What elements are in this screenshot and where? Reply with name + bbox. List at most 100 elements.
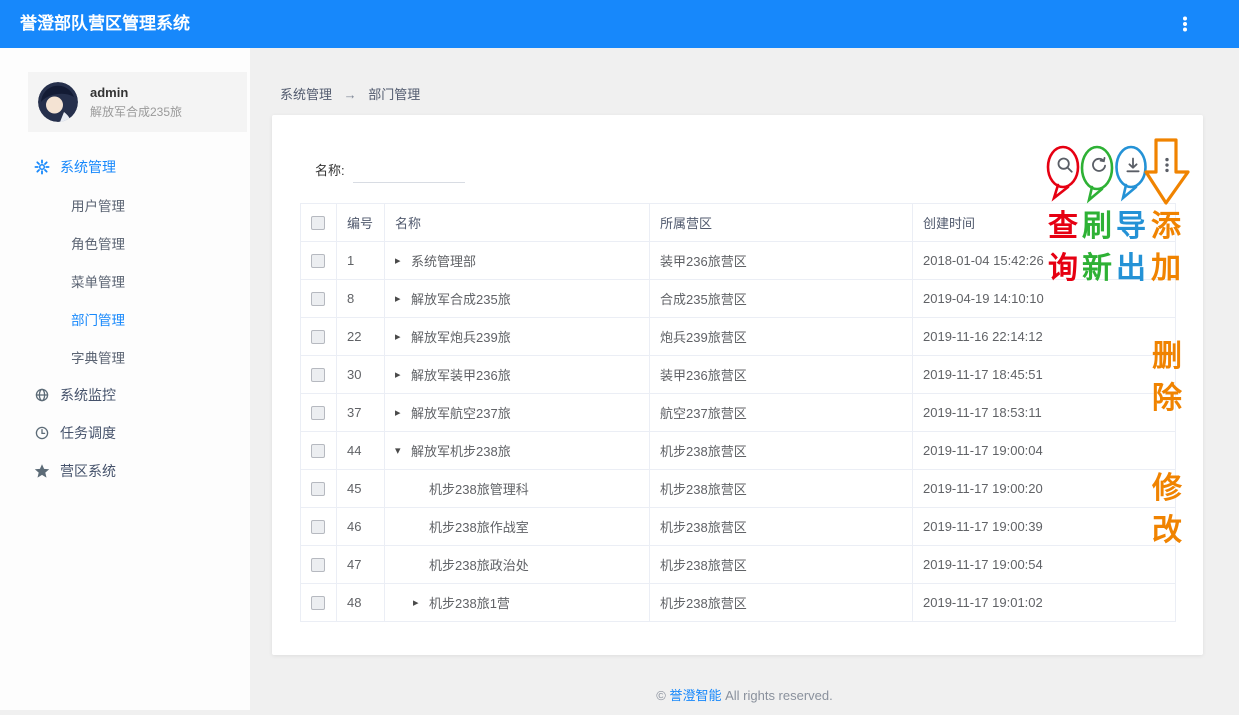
column-header-camp: 所属营区 — [650, 204, 913, 242]
user-unit: 解放军合成235旅 — [90, 103, 182, 120]
row-id: 22 — [337, 318, 385, 356]
breadcrumb-separator-icon: → — [344, 87, 357, 102]
row-camp: 装甲236旅营区 — [650, 242, 913, 280]
sidebar-item-label: 角色管理 — [71, 233, 125, 253]
row-id: 30 — [337, 356, 385, 394]
row-name: 系统管理部 — [411, 251, 476, 270]
sidebar-item-label: 菜单管理 — [71, 271, 125, 291]
more-vertical-icon — [1165, 158, 1168, 172]
row-checkbox[interactable] — [311, 558, 325, 572]
row-created: 2018-01-04 15:42:26 — [913, 242, 1176, 280]
row-checkbox[interactable] — [311, 596, 325, 610]
row-name: 解放军合成235旅 — [411, 289, 511, 308]
sidebar-item-label: 用户管理 — [71, 195, 125, 215]
table-row[interactable]: 45 机步238旅管理科 机步238旅营区 2019-11-17 19:00:2… — [301, 470, 1176, 508]
sidebar-item-department-management[interactable]: 部门管理 — [0, 300, 250, 338]
row-name: 机步238旅作战室 — [429, 517, 529, 536]
search-button[interactable] — [1055, 155, 1075, 175]
sidebar-item-menu-management[interactable]: 菜单管理 — [0, 262, 250, 300]
name-search-input[interactable] — [353, 159, 465, 183]
row-created: 2019-11-17 19:00:04 — [913, 432, 1176, 470]
sidebar-item-task-scheduler[interactable]: 任务调度 — [0, 414, 250, 452]
monitor-icon — [34, 387, 50, 403]
table-row[interactable]: 37 ▸ 解放军航空237旅 航空237旅营区 2019-11-17 18:53… — [301, 394, 1176, 432]
sidebar-item-dictionary-management[interactable]: 字典管理 — [0, 338, 250, 376]
row-checkbox[interactable] — [311, 520, 325, 534]
caret-icon[interactable]: ▸ — [413, 596, 425, 609]
refresh-button[interactable] — [1089, 155, 1109, 175]
sidebar-item-role-management[interactable]: 角色管理 — [0, 224, 250, 262]
sidebar-item-system-monitor[interactable]: 系统监控 — [0, 376, 250, 414]
row-camp: 炮兵239旅营区 — [650, 318, 913, 356]
department-card: 名称: — [272, 115, 1203, 655]
table-row[interactable]: 47 机步238旅政治处 机步238旅营区 2019-11-17 19:00:5… — [301, 546, 1176, 584]
row-checkbox[interactable] — [311, 368, 325, 382]
row-checkbox[interactable] — [311, 444, 325, 458]
select-all-cell — [301, 204, 337, 242]
row-name-cell: 机步238旅政治处 — [385, 546, 650, 584]
gear-icon — [34, 159, 50, 175]
table-row[interactable]: 8 ▸ 解放军合成235旅 合成235旅营区 2019-04-19 14:10:… — [301, 280, 1176, 318]
row-id: 48 — [337, 584, 385, 622]
more-vertical-icon[interactable] — [1175, 14, 1195, 34]
row-select-cell — [301, 356, 337, 394]
row-checkbox[interactable] — [311, 330, 325, 344]
breadcrumb-parent[interactable]: 系统管理 — [280, 87, 332, 102]
select-all-checkbox[interactable] — [311, 216, 325, 230]
refresh-icon — [1093, 158, 1105, 171]
row-created: 2019-11-17 19:00:20 — [913, 470, 1176, 508]
user-name: admin — [90, 85, 182, 100]
row-name-cell: 机步238旅管理科 — [385, 470, 650, 508]
row-created: 2019-11-17 19:00:54 — [913, 546, 1176, 584]
row-checkbox[interactable] — [311, 482, 325, 496]
sidebar-item-camp-system[interactable]: 营区系统 — [0, 452, 250, 490]
row-camp: 机步238旅营区 — [650, 584, 913, 622]
caret-icon[interactable]: ▸ — [395, 368, 407, 381]
sidebar-item-user-management[interactable]: 用户管理 — [0, 186, 250, 224]
star-icon — [34, 463, 50, 479]
row-select-cell — [301, 584, 337, 622]
search-form: 名称: — [315, 159, 465, 183]
user-card: admin 解放军合成235旅 — [28, 72, 247, 132]
sidebar-item-system-management[interactable]: 系统管理 — [0, 148, 250, 186]
download-icon — [1127, 158, 1138, 171]
table-row[interactable]: 1 ▸ 系统管理部 装甲236旅营区 2018-01-04 15:42:26 — [301, 242, 1176, 280]
table-row[interactable]: 46 机步238旅作战室 机步238旅营区 2019-11-17 19:00:3… — [301, 508, 1176, 546]
row-name-cell: ▸ 解放军合成235旅 — [385, 280, 650, 318]
caret-icon[interactable]: ▸ — [395, 292, 407, 305]
row-checkbox[interactable] — [311, 254, 325, 268]
sidebar-item-label: 任务调度 — [60, 423, 116, 443]
download-button[interactable] — [1123, 155, 1143, 175]
caret-icon[interactable]: ▸ — [395, 254, 407, 267]
table-row[interactable]: 22 ▸ 解放军炮兵239旅 炮兵239旅营区 2019-11-16 22:14… — [301, 318, 1176, 356]
main-content: 系统管理 → 部门管理 名称: — [250, 48, 1239, 710]
brand-link[interactable]: 誉澄智能 — [669, 688, 721, 703]
caret-icon[interactable]: ▸ — [395, 330, 407, 343]
table-row[interactable]: 30 ▸ 解放军装甲236旅 装甲236旅营区 2019-11-17 18:45… — [301, 356, 1176, 394]
row-checkbox[interactable] — [311, 406, 325, 420]
row-created: 2019-11-16 22:14:12 — [913, 318, 1176, 356]
caret-icon[interactable]: ▸ — [395, 406, 407, 419]
caret-icon[interactable]: ▾ — [395, 444, 407, 457]
row-name-cell: ▸ 系统管理部 — [385, 242, 650, 280]
row-created: 2019-11-17 18:53:11 — [913, 394, 1176, 432]
row-created: 2019-04-19 14:10:10 — [913, 280, 1176, 318]
row-id: 45 — [337, 470, 385, 508]
row-camp: 机步238旅营区 — [650, 470, 913, 508]
row-camp: 机步238旅营区 — [650, 508, 913, 546]
row-camp: 装甲236旅营区 — [650, 356, 913, 394]
breadcrumb: 系统管理 → 部门管理 — [280, 84, 420, 103]
row-checkbox[interactable] — [311, 292, 325, 306]
row-name: 机步238旅管理科 — [429, 479, 529, 498]
row-select-cell — [301, 470, 337, 508]
row-name: 解放军航空237旅 — [411, 403, 511, 422]
row-select-cell — [301, 432, 337, 470]
column-header-created: 创建时间 — [913, 204, 1176, 242]
more-button[interactable] — [1157, 155, 1177, 175]
row-created: 2019-11-17 19:01:02 — [913, 584, 1176, 622]
table-row[interactable]: 48 ▸ 机步238旅1营 机步238旅营区 2019-11-17 19:01:… — [301, 584, 1176, 622]
sidebar-item-label: 字典管理 — [71, 347, 125, 367]
row-id: 47 — [337, 546, 385, 584]
table-row[interactable]: 44 ▾ 解放军机步238旅 机步238旅营区 2019-11-17 19:00… — [301, 432, 1176, 470]
row-id: 1 — [337, 242, 385, 280]
